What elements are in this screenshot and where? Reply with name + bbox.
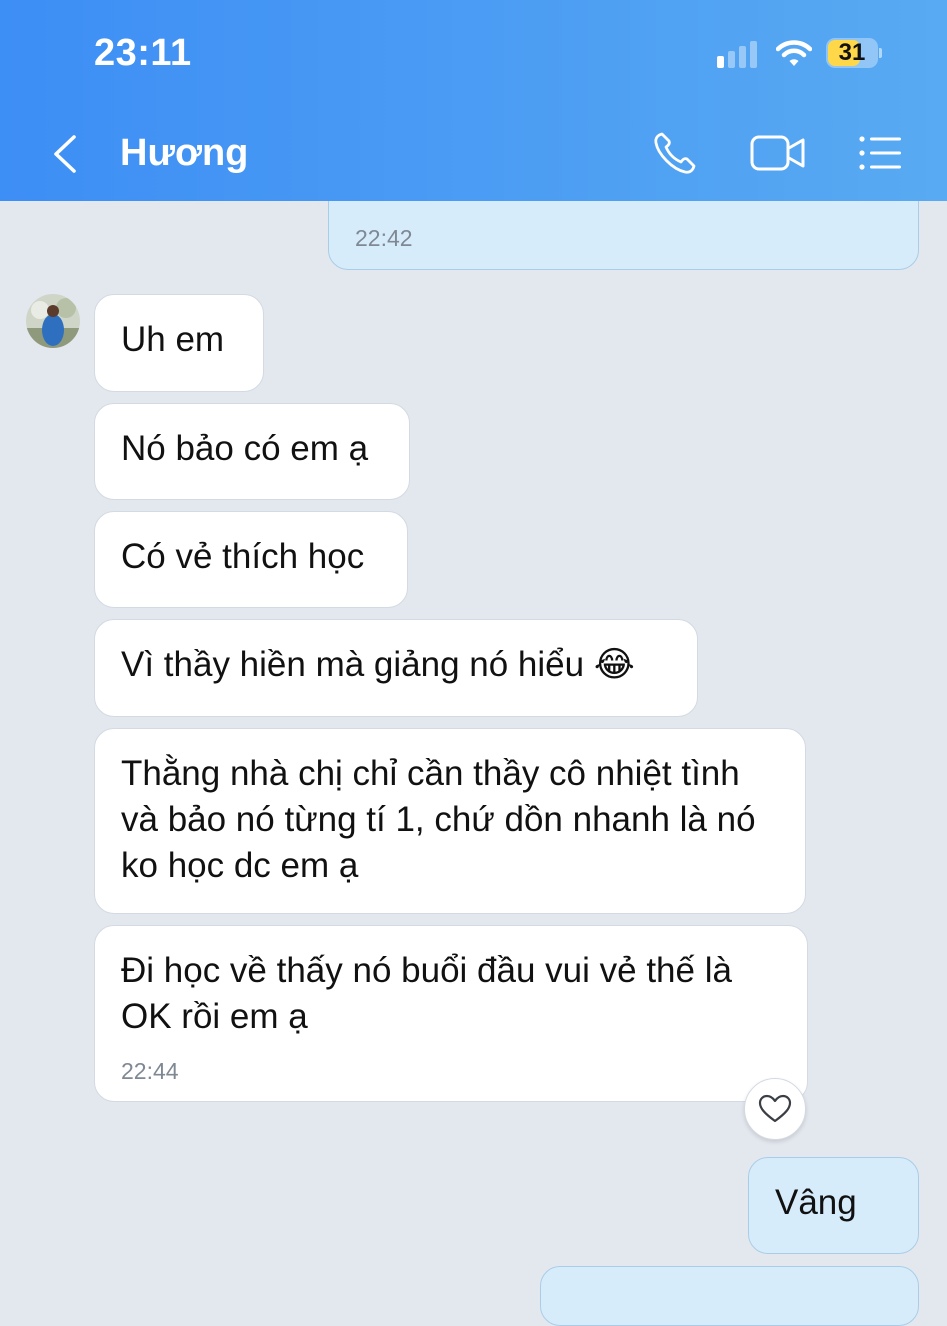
chat-header: 23:11 31 Hương (0, 0, 947, 201)
video-camera-icon[interactable] (750, 130, 806, 176)
message-text: Có vẻ thích học (121, 537, 365, 576)
cellular-signal-icon (717, 41, 757, 68)
message-bubble-sent[interactable]: Vâng (748, 1157, 919, 1254)
message-text: Nó bảo có em ạ (121, 429, 369, 468)
status-time: 23:11 (94, 32, 192, 74)
message-text: Vâng (775, 1183, 857, 1222)
message-text: Thằng nhà chị chỉ cần thầy cô nhiệt tình… (121, 754, 756, 885)
react-heart-button[interactable] (744, 1078, 806, 1140)
message-timestamp: 22:44 (121, 1058, 179, 1084)
avatar[interactable] (26, 294, 80, 348)
message-bubble-received[interactable]: Nó bảo có em ạ (94, 403, 410, 500)
phone-icon[interactable] (652, 130, 698, 176)
message-bubble-received[interactable]: Đi học về thấy nó buổi đầu vui vẻ thế là… (94, 925, 808, 1102)
heart-icon (758, 1094, 792, 1123)
contact-name[interactable]: Hương (120, 132, 248, 175)
wifi-icon (776, 40, 812, 66)
message-text: Vì thầy hiền mà giảng nó hiểu 😂 (121, 645, 635, 684)
chevron-left-icon[interactable] (50, 134, 80, 174)
list-menu-icon[interactable] (857, 130, 903, 176)
message-text: Đi học về thấy nó buổi đầu vui vẻ thế là… (121, 951, 732, 1036)
message-bubble-received[interactable]: Thằng nhà chị chỉ cần thầy cô nhiệt tình… (94, 728, 806, 914)
message-bubble-sent-partial[interactable] (540, 1266, 919, 1326)
battery-level: 31 (838, 39, 866, 66)
message-timestamp: 22:42 (355, 225, 413, 251)
message-bubble-received[interactable]: Vì thầy hiền mà giảng nó hiểu 😂 (94, 619, 698, 717)
message-bubble-received[interactable]: Có vẻ thích học (94, 511, 408, 608)
battery-indicator: 31 (826, 38, 882, 70)
message-text: Uh em (121, 320, 225, 359)
message-bubble-received[interactable]: Uh em (94, 294, 264, 392)
